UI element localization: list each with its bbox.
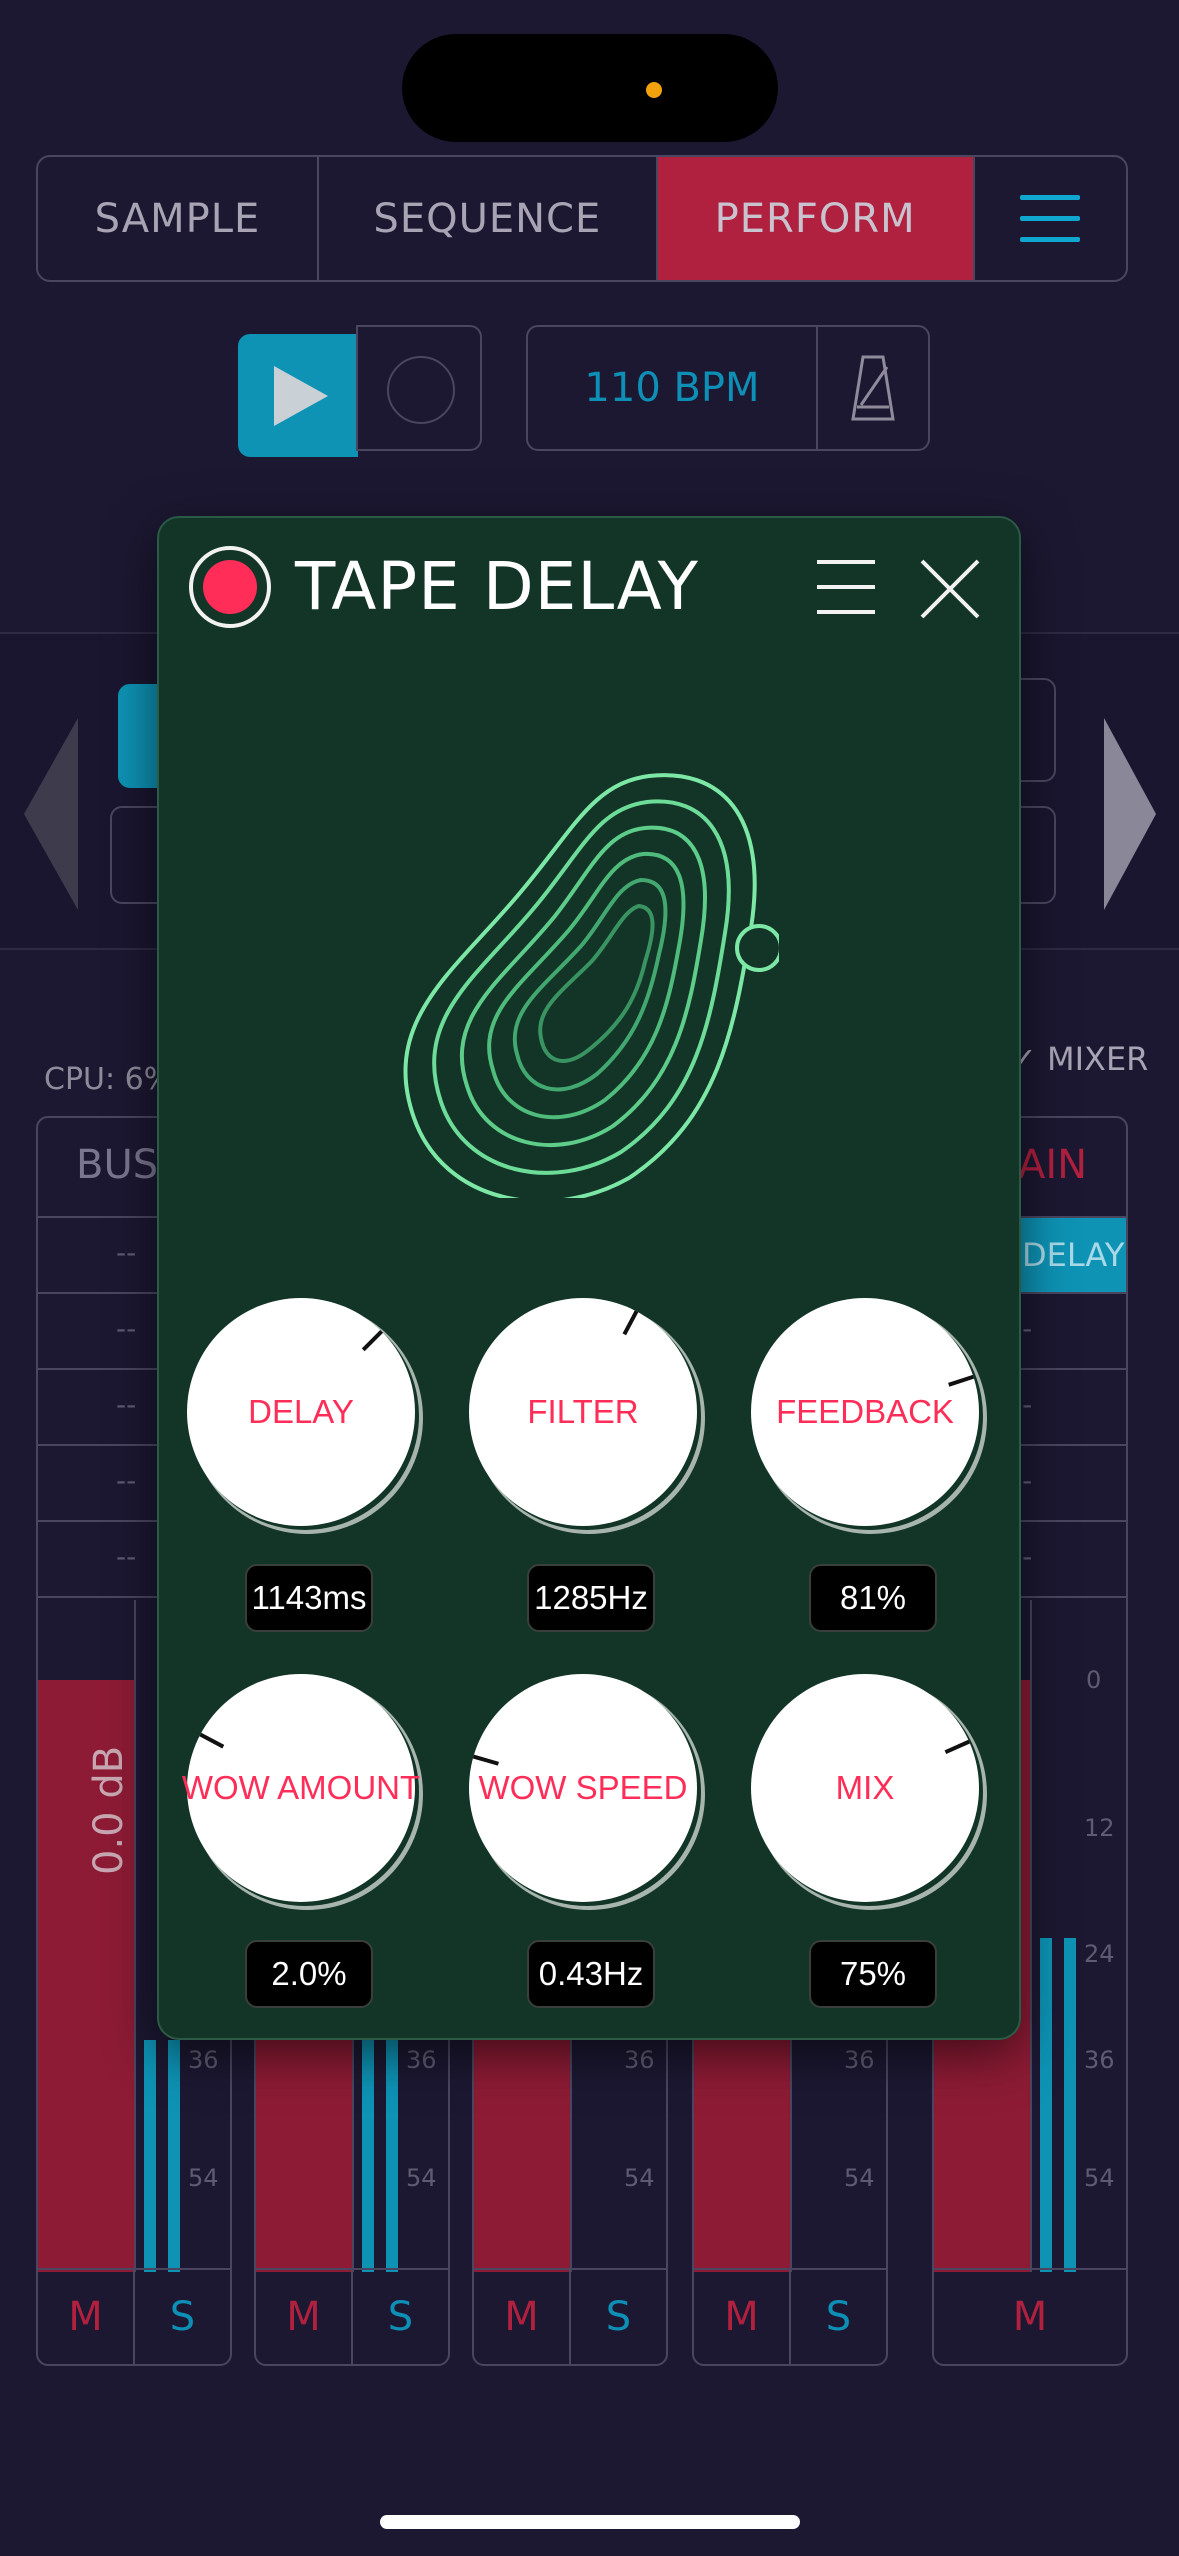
tab-sequence[interactable]: SEQUENCE [319,157,658,280]
solo-button[interactable]: S [135,2270,230,2364]
level-meter [362,2040,374,2272]
power-toggle[interactable] [189,546,271,628]
meter-tick: 54 [188,2164,219,2192]
feedback-knob[interactable]: FEEDBACK [751,1298,979,1526]
filter-value: 1285Hz [527,1564,655,1632]
bpm-display[interactable]: 110 BPM [528,327,818,449]
tempo-control: 110 BPM [526,325,930,451]
close-icon[interactable] [919,558,981,620]
previous-arrow-icon[interactable] [24,718,78,910]
meter-tick: 54 [406,2164,437,2192]
cpu-usage: CPU: 6% [44,1062,173,1097]
wow-speed-knob[interactable]: WOW SPEED [469,1674,697,1902]
dynamic-island [402,34,778,142]
mode-tabs: SAMPLE SEQUENCE PERFORM [36,155,1128,282]
mute-button[interactable]: M [934,2270,1126,2364]
record-button[interactable] [356,325,482,451]
filter-knob[interactable]: FILTER [469,1298,697,1526]
level-meter [168,2040,180,2272]
mute-button[interactable]: M [38,2270,135,2364]
wow-amount-value: 2.0% [245,1940,373,2008]
mix-value: 75% [809,1940,937,2008]
mute-button[interactable]: M [474,2270,571,2364]
level-meter [1064,1938,1076,2272]
knob-label: FEEDBACK [776,1393,954,1430]
meter-tick: 12 [1084,1814,1115,1842]
meter-tick: 54 [624,2164,655,2192]
knob-label: WOW SPEED [478,1769,688,1806]
delay-value: 1143ms [245,1564,373,1632]
mixer-toggle[interactable]: ✓ MIXER [1010,1040,1148,1078]
hamburger-menu-icon[interactable] [817,558,875,616]
metronome-icon[interactable] [818,327,928,449]
wow-speed-value: 0.43Hz [527,1940,655,2008]
tape-delay-panel: TAPE DELAY DELAY FILTER FEEDBACK 1143ms … [157,516,1021,2040]
meter-tick: 36 [624,2046,655,2074]
feedback-value: 81% [809,1564,937,1632]
meter-tick: 36 [188,2046,219,2074]
level-meter [386,2040,398,2272]
meter-tick: 36 [1084,2046,1115,2074]
meter-tick: 54 [844,2164,875,2192]
level-meter [144,2040,156,2272]
delay-knob[interactable]: DELAY [187,1298,415,1526]
hamburger-menu-icon[interactable] [975,157,1126,280]
level-meter [1040,1938,1052,2272]
meter-tick: 36 [844,2046,875,2074]
meter-tick: 0 [1086,1666,1102,1694]
delay-visualizer [403,773,779,1198]
next-arrow-icon[interactable] [1104,718,1156,910]
panel-title: TAPE DELAY [295,548,699,625]
tab-sample[interactable]: SAMPLE [38,157,319,280]
mix-knob[interactable]: MIX [751,1674,979,1902]
tab-perform[interactable]: PERFORM [657,157,975,280]
meter-tick: 36 [406,2046,437,2074]
knob-label: DELAY [248,1393,354,1430]
knob-label: WOW AMOUNT [181,1769,421,1806]
home-indicator[interactable] [380,2515,800,2529]
mute-button[interactable]: M [694,2270,791,2364]
knob-label: FILTER [527,1393,639,1430]
knob-label: MIX [835,1769,895,1806]
meter-tick: 24 [1084,1940,1115,1968]
solo-button[interactable]: S [571,2270,666,2364]
solo-button[interactable]: S [353,2270,448,2364]
mute-button[interactable]: M [256,2270,353,2364]
meter-tick: 54 [1084,2164,1115,2192]
wow-amount-knob[interactable]: WOW AMOUNT [181,1674,421,1902]
solo-button[interactable]: S [791,2270,886,2364]
privacy-indicator [646,82,662,98]
play-button[interactable] [238,334,358,457]
fader-value: 0.0 dB [86,1745,132,1875]
